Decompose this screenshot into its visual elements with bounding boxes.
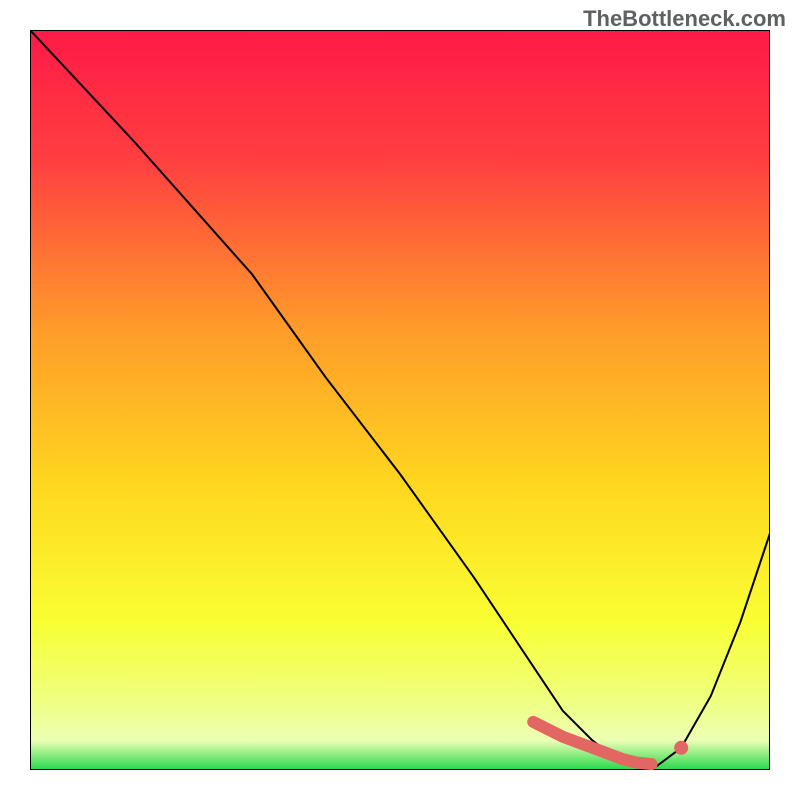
chart-container: TheBottleneck.com [0, 0, 800, 800]
chart-svg [30, 30, 770, 770]
highlight-point-icon [674, 741, 688, 755]
gradient-background [30, 30, 770, 770]
plot-area [30, 30, 770, 770]
watermark-text: TheBottleneck.com [583, 6, 786, 32]
